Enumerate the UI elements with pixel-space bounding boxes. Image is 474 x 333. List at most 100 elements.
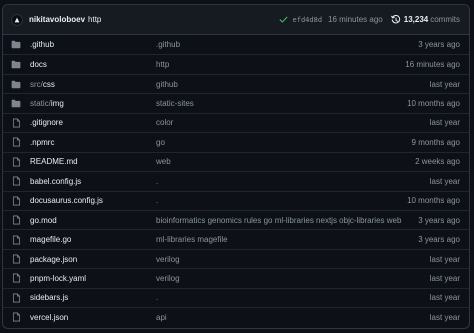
file-name-text: magefile.go [30, 235, 72, 245]
file-row[interactable]: go.mod bioinformatics genomics rules go m… [3, 209, 469, 229]
file-row[interactable]: .github .github 3 years ago [3, 35, 469, 54]
commit-history-link[interactable]: 13,234 commits [390, 14, 460, 25]
commit-message-link[interactable]: color [156, 118, 430, 127]
commit-sha-link[interactable]: efd4d8d [293, 16, 323, 24]
file-path-prefix: src/ [30, 79, 43, 89]
commit-age: 10 months ago [407, 196, 460, 206]
commit-age: last year [429, 79, 460, 89]
file-name-text: pnpm-lock.yaml [30, 273, 87, 283]
folder-icon [11, 40, 21, 50]
file-icon [11, 176, 21, 186]
file-icon [11, 273, 21, 283]
file-name-link[interactable]: magefile.go [30, 235, 156, 244]
file-row[interactable]: docs http 16 minutes ago [3, 54, 469, 73]
file-row[interactable]: vercel.json api last year [3, 307, 469, 326]
file-row[interactable]: package.json verilog last year [3, 248, 469, 268]
file-name-link[interactable]: package.json [30, 255, 156, 264]
file-row[interactable]: babel.config.js. last year [3, 171, 469, 190]
file-name-link[interactable]: static/img [30, 99, 156, 108]
file-name-link[interactable]: go.mod [30, 216, 156, 225]
file-name-link[interactable]: docusaurus.config.js [30, 196, 156, 205]
commit-message-link[interactable]: github [156, 80, 430, 89]
file-row[interactable]: README.md web 2 weeks ago [3, 151, 469, 171]
file-icon [11, 137, 21, 147]
commit-message-link[interactable]: bioinformatics genomics rules go ml-libr… [156, 216, 418, 225]
file-row[interactable]: static/img static-sites 10 months ago [3, 93, 469, 112]
folder-icon [11, 99, 21, 109]
file-row[interactable]: .npmrc go 9 months ago [3, 132, 469, 151]
file-icon [11, 215, 21, 225]
file-name-link[interactable]: vercel.json [30, 313, 156, 322]
file-name-link[interactable]: babel.config.js [30, 177, 156, 186]
file-name-text: css [42, 79, 55, 89]
commit-message-link[interactable]: . [156, 177, 430, 186]
latest-commit-bar: nikitavoloboev http efd4d8d 16 minutes a… [3, 5, 469, 35]
commit-age: 2 weeks ago [415, 157, 460, 167]
file-icon [11, 293, 21, 303]
file-list: .github .github 3 years ago docs http 16 minu… [3, 35, 469, 327]
file-name-text: .npmrc [30, 137, 55, 147]
file-row[interactable]: sidebars.js. last year [3, 287, 469, 307]
commit-count: 13,234 [403, 15, 429, 24]
file-name-text: docusaurus.config.js [30, 196, 103, 206]
avatar-logo-icon[interactable] [11, 13, 23, 26]
file-name-link[interactable]: src/css [30, 80, 156, 89]
file-browser: nikitavoloboev http efd4d8d 16 minutes a… [2, 4, 470, 329]
file-name-link[interactable]: .gitignore [30, 118, 156, 127]
commit-message-link[interactable]: .github [156, 40, 418, 49]
file-icon [11, 157, 21, 167]
commit-age: last year [429, 176, 460, 186]
commit-message-link[interactable]: . [156, 196, 407, 205]
file-name-text: README.md [30, 157, 78, 167]
history-clock-icon [390, 14, 400, 23]
file-icon [11, 235, 21, 245]
folder-icon [11, 60, 21, 70]
file-name-link[interactable]: docs [30, 60, 156, 69]
commit-author-link[interactable]: nikitavoloboev [29, 15, 85, 24]
file-name-text: .gitignore [30, 118, 63, 128]
commit-age: last year [429, 254, 460, 264]
file-path-prefix: static/ [30, 99, 51, 109]
file-name-link[interactable]: .npmrc [30, 138, 156, 147]
file-name-text: docs [30, 60, 47, 70]
commit-age: 9 months ago [411, 137, 460, 147]
file-row[interactable]: src/css github last year [3, 73, 469, 93]
commit-age: 3 years ago [418, 235, 460, 245]
commit-message-link[interactable]: verilog [156, 274, 430, 283]
commit-message-link[interactable]: ml-libraries magefile [156, 235, 418, 244]
file-icon [11, 118, 21, 128]
commit-age: last year [429, 293, 460, 303]
file-name-text: sidebars.js [30, 293, 69, 303]
commit-message-link[interactable]: api [156, 313, 430, 322]
commit-message-link[interactable]: go [156, 138, 412, 147]
file-row[interactable]: pnpm-lock.yaml verilog last year [3, 268, 469, 287]
commit-age: 16 minutes ago [405, 60, 460, 70]
file-row[interactable]: magefile.go ml-libraries magefile 3 years … [3, 229, 469, 248]
file-name-text: img [50, 99, 64, 109]
file-name-text: go.mod [30, 215, 57, 225]
commit-age: 3 years ago [418, 215, 460, 225]
commit-age: 3 years ago [418, 40, 460, 50]
file-name-link[interactable]: sidebars.js [30, 293, 156, 302]
commit-message-link[interactable]: http [88, 15, 101, 24]
commits-label: commits [430, 15, 460, 24]
commit-message-link[interactable]: . [156, 293, 430, 302]
commit-message-link[interactable]: http [156, 60, 405, 69]
file-icon [11, 196, 21, 206]
file-name-text: .github [30, 40, 55, 50]
commit-time: 16 minutes ago [328, 15, 383, 24]
commit-age: 10 months ago [407, 99, 460, 109]
check-icon[interactable] [279, 15, 288, 24]
commit-message-link[interactable]: web [156, 157, 415, 166]
commit-message-link[interactable]: static-sites [156, 99, 407, 108]
commit-message-link[interactable]: verilog [156, 255, 430, 264]
commit-age: last year [429, 118, 460, 128]
file-name-link[interactable]: .github [30, 40, 156, 49]
file-name-link[interactable]: pnpm-lock.yaml [30, 274, 156, 283]
file-icon [11, 312, 21, 322]
file-name-link[interactable]: README.md [30, 157, 156, 166]
file-row[interactable]: docusaurus.config.js. 10 months ago [3, 190, 469, 210]
file-row[interactable]: .gitignore color last year [3, 112, 469, 132]
file-name-text: vercel.json [30, 312, 69, 322]
file-name-text: package.json [30, 254, 78, 264]
